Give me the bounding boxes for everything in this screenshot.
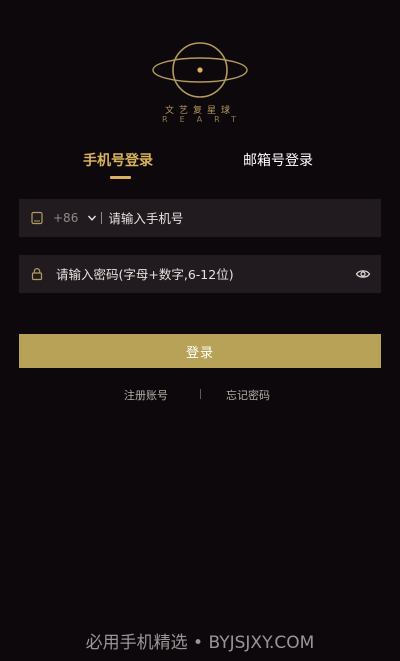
login-button[interactable]: 登录 bbox=[19, 334, 381, 368]
eye-icon[interactable] bbox=[355, 266, 371, 282]
country-code-value: +86 bbox=[53, 211, 79, 225]
lock-icon bbox=[31, 268, 43, 281]
active-tab-indicator bbox=[110, 176, 131, 179]
phone-icon bbox=[31, 211, 43, 225]
password-field bbox=[19, 255, 381, 293]
field-separator bbox=[101, 212, 103, 224]
planet-logo-icon bbox=[152, 42, 248, 98]
forgot-password-link[interactable]: 忘记密码 bbox=[226, 387, 270, 403]
register-link[interactable]: 注册账号 bbox=[124, 387, 168, 403]
phone-input[interactable] bbox=[108, 199, 381, 237]
links-divider bbox=[200, 389, 201, 399]
tab-phone-login[interactable]: 手机号登录 bbox=[83, 150, 153, 170]
chevron-down-icon bbox=[88, 215, 97, 221]
watermark: 必用手机精选 • BYJSJXY.COM bbox=[85, 633, 315, 653]
brand-name-en: REART bbox=[162, 115, 248, 124]
password-input[interactable] bbox=[56, 255, 355, 293]
phone-field: +86 bbox=[19, 199, 381, 237]
country-code-select[interactable]: +86 bbox=[53, 211, 97, 225]
tab-email-login[interactable]: 邮箱号登录 bbox=[243, 150, 313, 170]
